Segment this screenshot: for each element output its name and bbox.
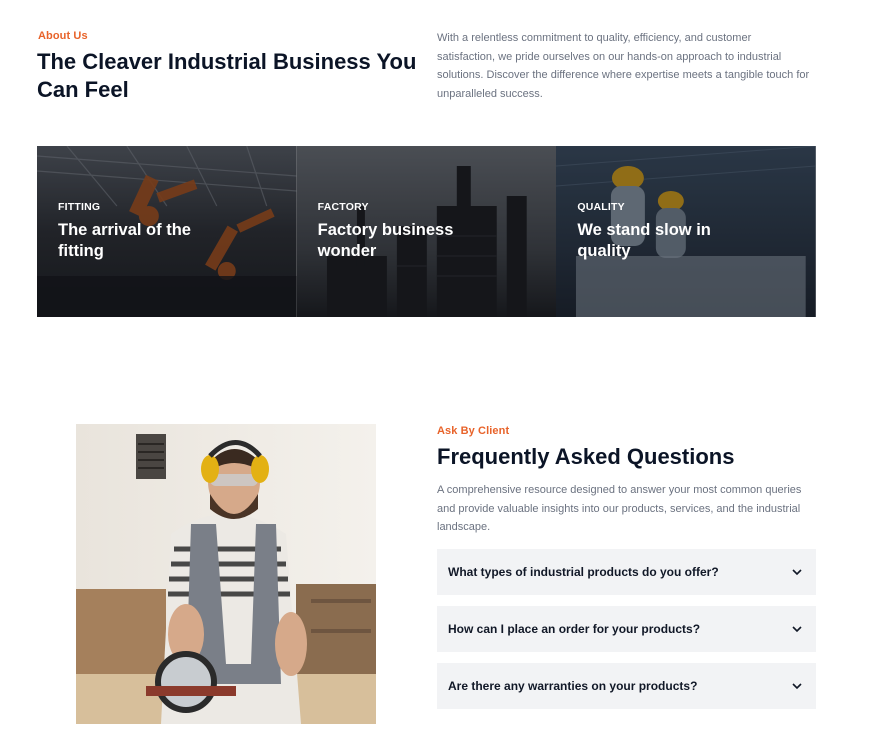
faq-description: A comprehensive resource designed to ans… xyxy=(437,484,802,534)
faq-question[interactable]: How can I place an order for your produc… xyxy=(448,622,700,636)
faq-item-order[interactable]: How can I place an order for your produc… xyxy=(437,606,816,652)
faq-eyebrow: Ask By Client xyxy=(437,425,510,437)
card-title[interactable]: Factory business wonder xyxy=(318,220,488,262)
card-title[interactable]: The arrival of the fitting xyxy=(58,220,228,262)
chevron-down-icon[interactable] xyxy=(790,622,804,636)
worker-with-circular-saw-image xyxy=(76,424,376,724)
card-factory[interactable]: FACTORY Factory business wonder xyxy=(296,146,557,317)
card-tag: FITTING xyxy=(58,201,101,213)
worker-photo xyxy=(76,424,376,724)
chevron-down-icon[interactable] xyxy=(790,565,804,579)
card-quality[interactable]: QUALITY We stand slow in quality xyxy=(556,146,817,317)
faq-title: Frequently Asked Questions xyxy=(437,444,735,469)
card-tag: FACTORY xyxy=(317,201,369,213)
card-fitting[interactable]: FITTING The arrival of the fitting xyxy=(37,146,297,317)
about-title: The Cleaver Industrial Business You Can … xyxy=(37,49,417,102)
service-cards: FITTING The arrival of the fitting FACTO… xyxy=(37,146,817,317)
faq-item-warranty[interactable]: Are there any warranties on your product… xyxy=(437,663,816,709)
about-description: With a relentless commitment to quality,… xyxy=(437,32,810,101)
faq-question[interactable]: What types of industrial products do you… xyxy=(448,565,719,579)
faq-item-products[interactable]: What types of industrial products do you… xyxy=(437,549,816,595)
card-title[interactable]: We stand slow in quality xyxy=(577,220,747,262)
card-tag: QUALITY xyxy=(577,201,625,213)
chevron-down-icon[interactable] xyxy=(790,679,804,693)
about-eyebrow: About Us xyxy=(38,30,88,42)
faq-question[interactable]: Are there any warranties on your product… xyxy=(448,679,697,693)
